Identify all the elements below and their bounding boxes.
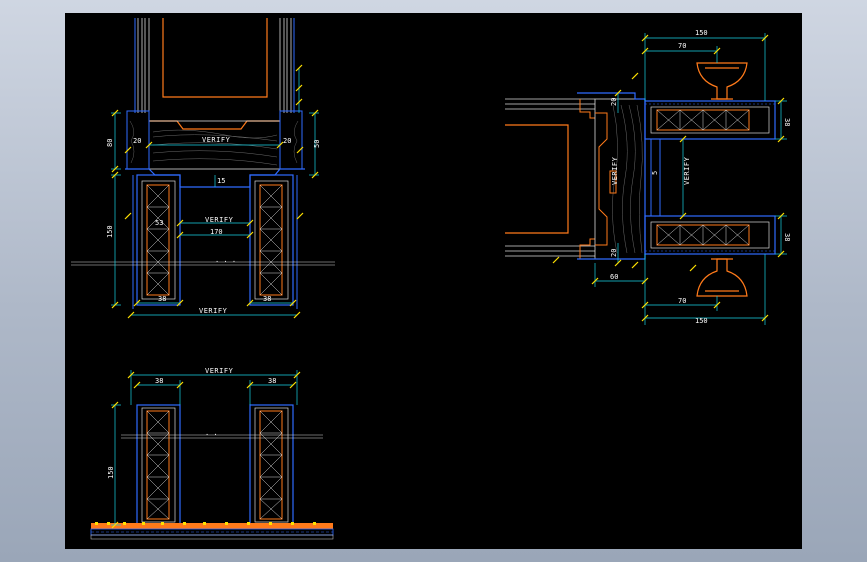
dim-right-top: 38 — [783, 118, 791, 126]
lower-left-post — [136, 404, 181, 526]
dim-rail-height-left: 80 — [106, 139, 114, 147]
dim-vert-5: 5 — [651, 171, 659, 175]
label-bottom-verify: VERIFY — [199, 307, 228, 315]
dim-post-width-right: 38 — [263, 295, 271, 303]
dim-top-gap-b: 20 — [283, 137, 291, 145]
lower-elevation: · · VERIFY 38 38 150 — [90, 367, 334, 540]
dim-bottom-inner: 70 — [678, 297, 686, 305]
label-rail-verify: VERIFY — [202, 136, 231, 144]
left-post — [132, 174, 181, 309]
dim-lower-post-width-left: 38 — [155, 377, 163, 385]
dim-vert-20-bottom: 20 — [610, 249, 618, 257]
right-post — [249, 174, 298, 309]
left-elevation: · · · 20 20 80 50 VERIFY 15 53 VERIFY 17… — [71, 18, 335, 319]
floor-finish — [91, 523, 333, 529]
dim-bottom-overall: 150 — [695, 317, 708, 325]
label-lower-verify: VERIFY — [205, 367, 234, 375]
dim-small-gap: 15 — [217, 177, 225, 185]
dim-rail-height-right: 50 — [313, 140, 321, 148]
label-left-verify-right: VERIFY — [611, 156, 619, 185]
dim-bottom-60: 60 — [610, 273, 618, 281]
door-opening-outline — [162, 18, 268, 98]
svg-text:· · ·: · · · — [215, 258, 236, 266]
handle-bottom-icon — [696, 258, 748, 297]
dim-inner-a: 53 — [155, 219, 163, 227]
dim-post-height: 150 — [106, 225, 114, 238]
dim-top-inner: 70 — [678, 42, 686, 50]
right-section: 150 70 38 20 5 VERIFY VERIFY 20 38 60 70… — [505, 29, 791, 325]
cad-drawing-viewport[interactable]: · · · 20 20 80 50 VERIFY 15 53 VERIFY 17… — [65, 13, 802, 549]
section-opening-outline — [505, 124, 569, 234]
section-timber-block — [594, 98, 646, 260]
handle-top-icon — [696, 62, 748, 100]
dim-span: 170 — [210, 228, 223, 236]
bottom-panel — [644, 215, 777, 255]
dim-lower-post-width-right: 38 — [268, 377, 276, 385]
dim-lower-post-height: 150 — [107, 466, 115, 479]
top-panel — [644, 100, 777, 140]
dim-post-width-left: 38 — [158, 295, 166, 303]
label-mid-verify-right: VERIFY — [683, 156, 691, 185]
lower-right-post — [249, 404, 294, 526]
dim-top-gap-a: 20 — [133, 137, 141, 145]
dim-vert-20-top: 20 — [610, 98, 618, 106]
cad-drawing: · · · 20 20 80 50 VERIFY 15 53 VERIFY 17… — [71, 18, 791, 540]
svg-text:· ·: · · — [205, 431, 218, 439]
dim-top-overall: 150 — [695, 29, 708, 37]
label-mid-verify: VERIFY — [205, 216, 234, 224]
dim-right-bottom: 38 — [783, 233, 791, 241]
